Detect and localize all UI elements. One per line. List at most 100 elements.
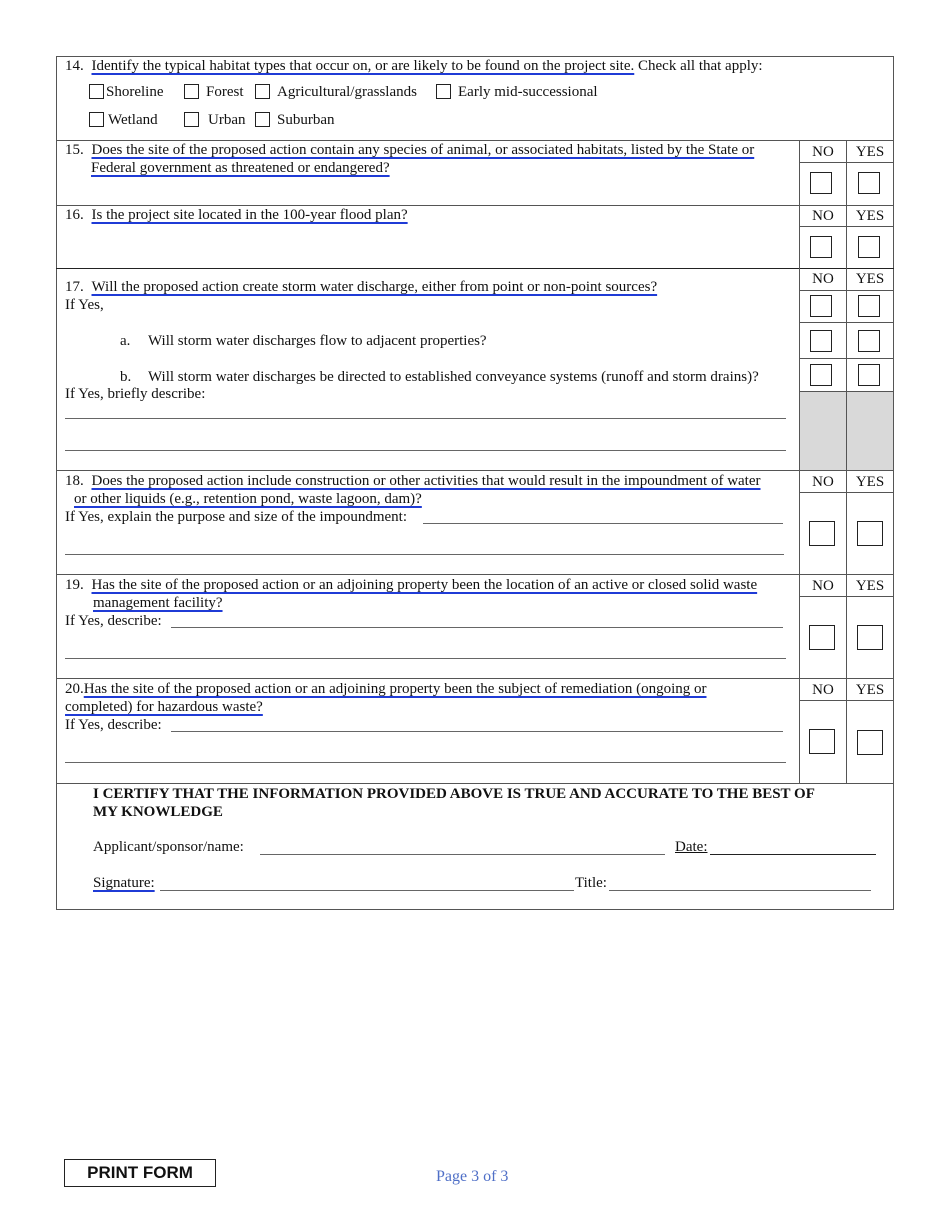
table-bottom-border bbox=[56, 909, 894, 910]
q19-text-line2: management facility? bbox=[93, 595, 223, 611]
q19-no-checkbox[interactable] bbox=[809, 625, 835, 650]
q17-no-header: NO bbox=[812, 271, 834, 287]
q17a-yes-checkbox[interactable] bbox=[858, 330, 880, 352]
label-suburban: Suburban bbox=[277, 112, 335, 128]
header-underline bbox=[799, 322, 894, 323]
label-agricultural: Agricultural/grasslands bbox=[277, 84, 417, 100]
q18-explain-label: If Yes, explain the purpose and size of … bbox=[65, 509, 408, 525]
header-underline bbox=[799, 226, 894, 227]
q17-describe-label: If Yes, briefly describe: bbox=[65, 386, 206, 402]
q19-number: 19. bbox=[65, 577, 84, 593]
q20-describe-line-2[interactable] bbox=[65, 762, 786, 763]
checkbox-suburban[interactable] bbox=[255, 112, 270, 127]
title-field[interactable] bbox=[609, 890, 871, 891]
q16-yes-header: YES bbox=[855, 208, 885, 224]
q17-yes-checkbox[interactable] bbox=[858, 295, 880, 317]
checkbox-wetland[interactable] bbox=[89, 112, 104, 127]
q20-no-checkbox[interactable] bbox=[809, 729, 835, 754]
header-underline bbox=[799, 358, 894, 359]
applicant-field[interactable] bbox=[260, 854, 665, 855]
checkbox-agricultural[interactable] bbox=[255, 84, 270, 99]
checkbox-early-mid-successional[interactable] bbox=[436, 84, 451, 99]
q14-text: Identify the typical habitat types that … bbox=[91, 58, 635, 74]
header-underline bbox=[799, 700, 894, 701]
print-form-button[interactable]: PRINT FORM bbox=[64, 1159, 216, 1187]
q19-yes-header: YES bbox=[855, 578, 885, 594]
signature-label: Signature: bbox=[93, 875, 155, 891]
q17-describe-line-2[interactable] bbox=[65, 450, 786, 451]
q18-explain-line-2[interactable] bbox=[65, 554, 784, 555]
q18-explain-line-1[interactable] bbox=[423, 523, 783, 524]
q17-grey-yes-cell bbox=[847, 392, 893, 470]
q17-if-yes: If Yes, bbox=[65, 297, 104, 313]
q15-no-header: NO bbox=[812, 144, 834, 160]
q16-yes-checkbox[interactable] bbox=[858, 236, 880, 258]
row-divider bbox=[56, 268, 894, 269]
q17-yes-header: YES bbox=[855, 271, 885, 287]
q17-grey-no-cell bbox=[800, 392, 846, 470]
q15-text-line1: Does the site of the proposed action con… bbox=[91, 142, 755, 158]
q20-yes-header: YES bbox=[855, 682, 885, 698]
q20-yes-checkbox[interactable] bbox=[857, 730, 883, 755]
q15-text-line2: Federal government as threatened or enda… bbox=[91, 160, 390, 176]
q18-no-header: NO bbox=[812, 474, 834, 490]
table-left-border bbox=[56, 56, 57, 910]
q20-text-line1: Has the site of the proposed action or a… bbox=[83, 681, 707, 697]
checkbox-urban[interactable] bbox=[184, 112, 199, 127]
q14-number: 14. bbox=[65, 58, 84, 74]
checkbox-forest[interactable] bbox=[184, 84, 199, 99]
q15-yes-header: YES bbox=[855, 144, 885, 160]
q17a-no-checkbox[interactable] bbox=[810, 330, 832, 352]
q15-no-checkbox[interactable] bbox=[810, 172, 832, 194]
label-shoreline: Shoreline bbox=[106, 84, 164, 100]
q16-no-header: NO bbox=[812, 208, 834, 224]
applicant-label: Applicant/sponsor/name: bbox=[93, 839, 244, 855]
q17-text: Will the proposed action create storm wa… bbox=[91, 279, 658, 295]
q17b-no-checkbox[interactable] bbox=[810, 364, 832, 386]
q18-yes-header: YES bbox=[855, 474, 885, 490]
q18-text-line1: Does the proposed action include constru… bbox=[91, 473, 761, 489]
date-label: Date: bbox=[675, 839, 708, 855]
certify-heading-line2: MY KNOWLEDGE bbox=[93, 804, 223, 820]
q14-suffix: Check all that apply: bbox=[634, 58, 763, 74]
q16-text: Is the project site located in the 100-y… bbox=[91, 207, 408, 223]
row-divider bbox=[56, 678, 894, 679]
q19-no-header: NO bbox=[812, 578, 834, 594]
q20-text-line2: completed) for hazardous waste? bbox=[65, 699, 263, 715]
row-divider bbox=[56, 574, 894, 575]
q17b-yes-checkbox[interactable] bbox=[858, 364, 880, 386]
checkbox-shoreline[interactable] bbox=[89, 84, 104, 99]
label-early-mid-successional: Early mid-successional bbox=[458, 84, 598, 100]
q17-no-checkbox[interactable] bbox=[810, 295, 832, 317]
page-number: Page 3 of 3 bbox=[436, 1168, 509, 1185]
q18-number: 18. bbox=[65, 473, 84, 489]
q19-yes-checkbox[interactable] bbox=[857, 625, 883, 650]
row-divider bbox=[56, 470, 894, 471]
q17-number: 17. bbox=[65, 279, 84, 295]
label-wetland: Wetland bbox=[108, 112, 158, 128]
q19-describe-line-1[interactable] bbox=[171, 627, 783, 628]
q17-describe-line-1[interactable] bbox=[65, 418, 786, 419]
q16-number: 16. bbox=[65, 207, 84, 223]
q15-number: 15. bbox=[65, 142, 84, 158]
q15-yes-checkbox[interactable] bbox=[858, 172, 880, 194]
q18-no-checkbox[interactable] bbox=[809, 521, 835, 546]
header-underline bbox=[799, 162, 894, 163]
q18-yes-checkbox[interactable] bbox=[857, 521, 883, 546]
header-underline bbox=[799, 290, 894, 291]
header-underline bbox=[799, 596, 894, 597]
q17b-label: b. bbox=[120, 369, 132, 385]
title-label: Title: bbox=[575, 875, 607, 891]
signature-field[interactable] bbox=[160, 890, 574, 891]
date-field[interactable] bbox=[710, 854, 876, 855]
q19-describe-label: If Yes, describe: bbox=[65, 613, 162, 629]
row-divider bbox=[56, 783, 894, 784]
q20-number: 20. bbox=[65, 681, 84, 697]
table-right-border bbox=[893, 56, 894, 910]
q17a-text: Will storm water discharges flow to adja… bbox=[148, 333, 487, 349]
q19-text-line1: Has the site of the proposed action or a… bbox=[91, 577, 758, 593]
label-urban: Urban bbox=[208, 112, 246, 128]
q19-describe-line-2[interactable] bbox=[65, 658, 786, 659]
q20-describe-line-1[interactable] bbox=[171, 731, 783, 732]
q16-no-checkbox[interactable] bbox=[810, 236, 832, 258]
